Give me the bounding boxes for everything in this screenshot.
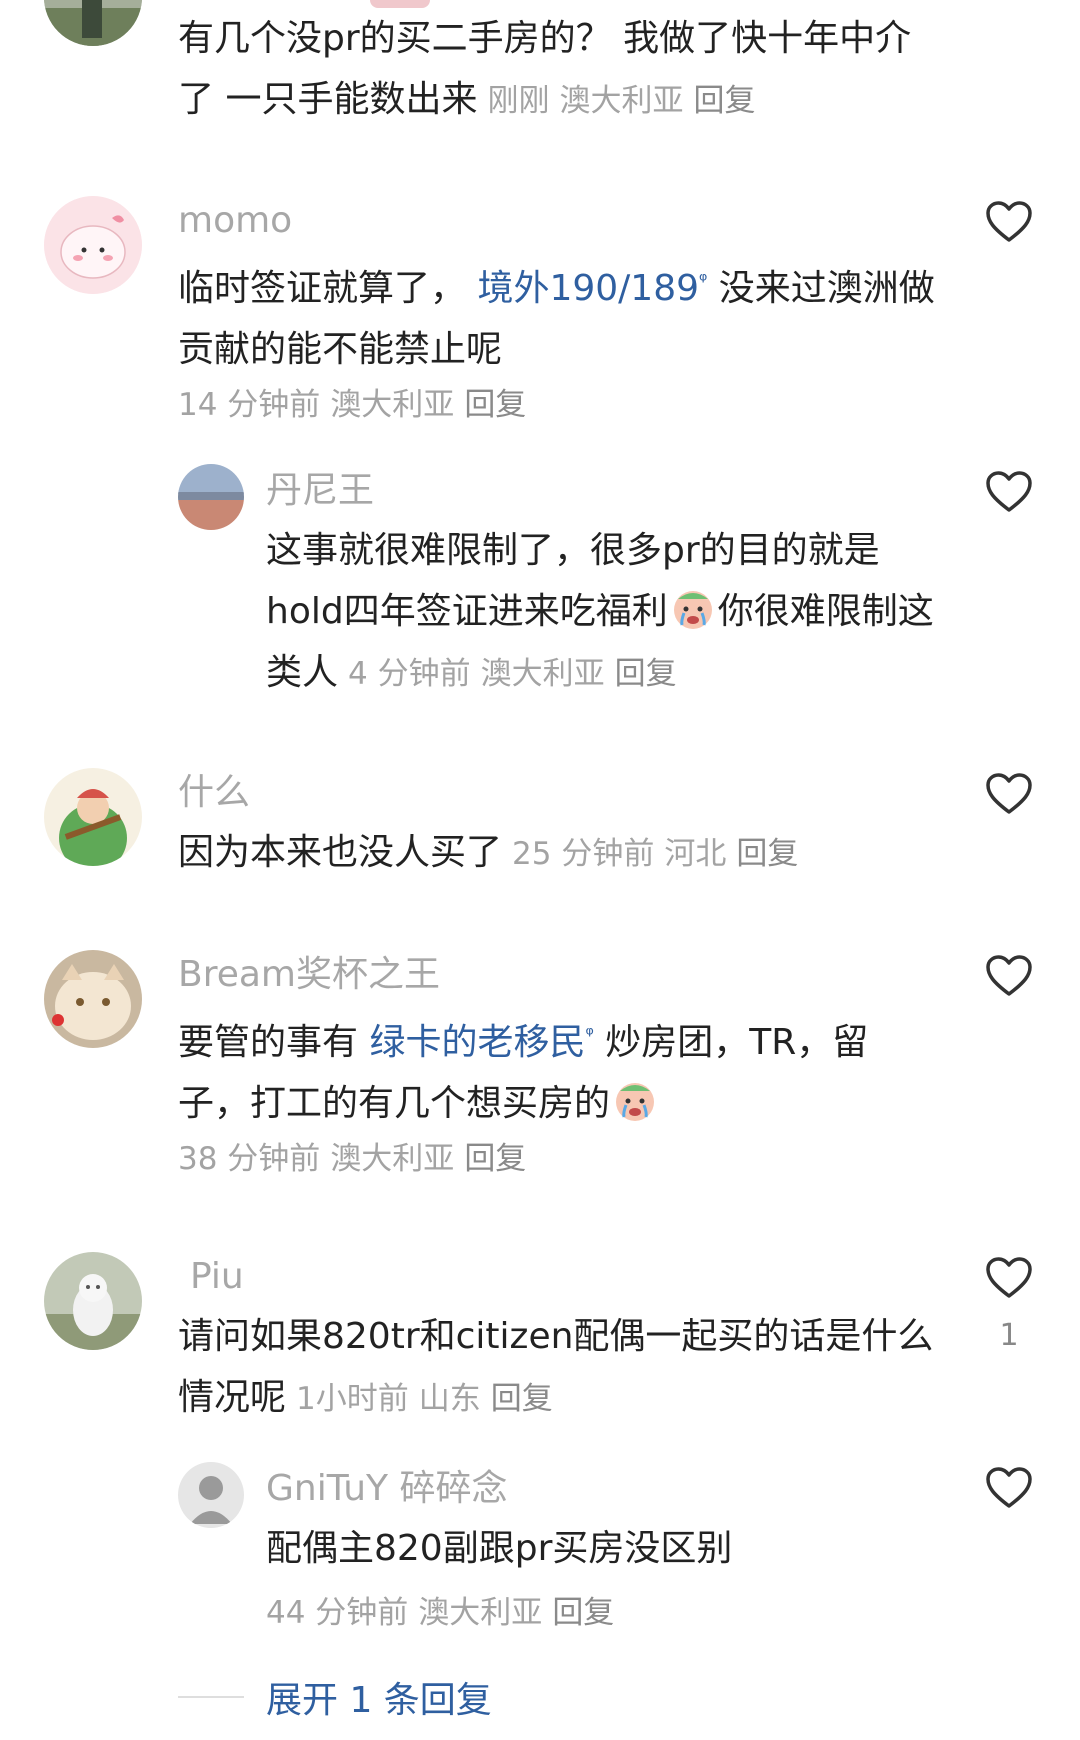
reply-button[interactable]: 回复 bbox=[615, 656, 677, 692]
comment-meta: 1小时前 山东 回复 bbox=[296, 1381, 553, 1417]
heart-outline-icon[interactable] bbox=[985, 772, 1033, 816]
avatar[interactable] bbox=[44, 950, 142, 1048]
comment-text: 这事就很难限制了，很多pr的目的就是hold四年签证进来吃福利 你很难限制这类人 4… bbox=[266, 530, 934, 693]
comment-meta: 38 分钟前 澳大利亚 回复 bbox=[178, 1141, 527, 1177]
heart-outline-icon[interactable] bbox=[985, 200, 1033, 244]
reply-button[interactable]: 回复 bbox=[491, 1381, 553, 1417]
reply-button[interactable]: 回复 bbox=[464, 1141, 526, 1177]
comment-text: 要管的事有 绿卡的老移民ᵠ 炒房团，TR，留子，打工的有几个想买房的 bbox=[178, 1022, 869, 1124]
username[interactable]: Piu bbox=[190, 1254, 244, 1300]
avatar-image bbox=[178, 464, 244, 530]
username[interactable]: 什么 bbox=[178, 770, 250, 816]
avatar-image bbox=[44, 768, 142, 866]
avatar[interactable] bbox=[44, 0, 142, 46]
avatar[interactable] bbox=[44, 196, 142, 294]
divider bbox=[178, 1696, 244, 1698]
heart-outline-icon[interactable] bbox=[985, 1466, 1033, 1510]
comment-meta: 14 分钟前 澳大利亚 回复 bbox=[178, 387, 527, 423]
heart-outline-icon[interactable] bbox=[985, 954, 1033, 998]
avatar-image bbox=[44, 1252, 142, 1350]
username[interactable]: Bream奖杯之王 bbox=[178, 952, 440, 998]
expand-replies-label: 展开 1 条回复 bbox=[266, 1680, 492, 1721]
reply-button[interactable]: 回复 bbox=[552, 1595, 614, 1631]
like-count: 1 bbox=[999, 1318, 1019, 1353]
heart-outline-icon[interactable] bbox=[985, 470, 1033, 514]
username[interactable]: GniTuY 碎碎念 bbox=[266, 1466, 508, 1512]
topic-tag-link[interactable]: 境外190/189ᵠ bbox=[477, 268, 707, 309]
comment-meta: 刚刚 澳大利亚 回复 bbox=[487, 83, 756, 119]
expand-replies-button[interactable]: 展开 1 条回复 bbox=[178, 1672, 492, 1722]
avatar-image bbox=[44, 0, 142, 46]
avatar[interactable] bbox=[44, 1252, 142, 1350]
comment-meta: 44 分钟前 澳大利亚 回复 bbox=[266, 1595, 615, 1631]
comment-text: 配偶主820副跟pr买房没区别 bbox=[266, 1528, 733, 1569]
comment-meta: 4 分钟前 澳大利亚 回复 bbox=[348, 656, 677, 692]
comment-text: 有几个没pr的买二手房的？ 我做了快十年中介了 一只手能数出来 刚刚 澳大利亚 回复 bbox=[178, 18, 912, 120]
reply-button[interactable]: 回复 bbox=[693, 83, 755, 119]
crying-face-emoji bbox=[673, 591, 712, 629]
avatar-image bbox=[44, 196, 142, 294]
default-avatar-icon bbox=[178, 1462, 244, 1528]
heart-outline-icon[interactable] bbox=[985, 1256, 1033, 1300]
username[interactable]: momo bbox=[178, 198, 292, 244]
comment-text: 临时签证就算了， 境外190/189ᵠ 没来过澳洲做贡献的能不能禁止呢 bbox=[178, 268, 935, 370]
topic-tag-link[interactable]: 绿卡的老移民ᵠ bbox=[369, 1022, 593, 1063]
avatar[interactable] bbox=[178, 464, 244, 530]
avatar-image bbox=[44, 950, 142, 1048]
username[interactable]: 丹尼王 bbox=[266, 468, 374, 514]
reply-button[interactable]: 回复 bbox=[736, 836, 798, 872]
reply-button[interactable]: 回复 bbox=[464, 387, 526, 423]
comment-text: 请问如果820tr和citizen配偶一起买的话是什么情况呢 1小时前 山东 回复 bbox=[178, 1316, 934, 1418]
avatar[interactable] bbox=[44, 768, 142, 866]
avatar[interactable] bbox=[178, 1462, 244, 1528]
comment-text: 因为本来也没人买了 25 分钟前 河北 回复 bbox=[178, 822, 938, 885]
top-accent bbox=[370, 0, 430, 8]
comment-meta: 25 分钟前 河北 回复 bbox=[512, 836, 799, 872]
crying-face-emoji bbox=[616, 1083, 655, 1121]
